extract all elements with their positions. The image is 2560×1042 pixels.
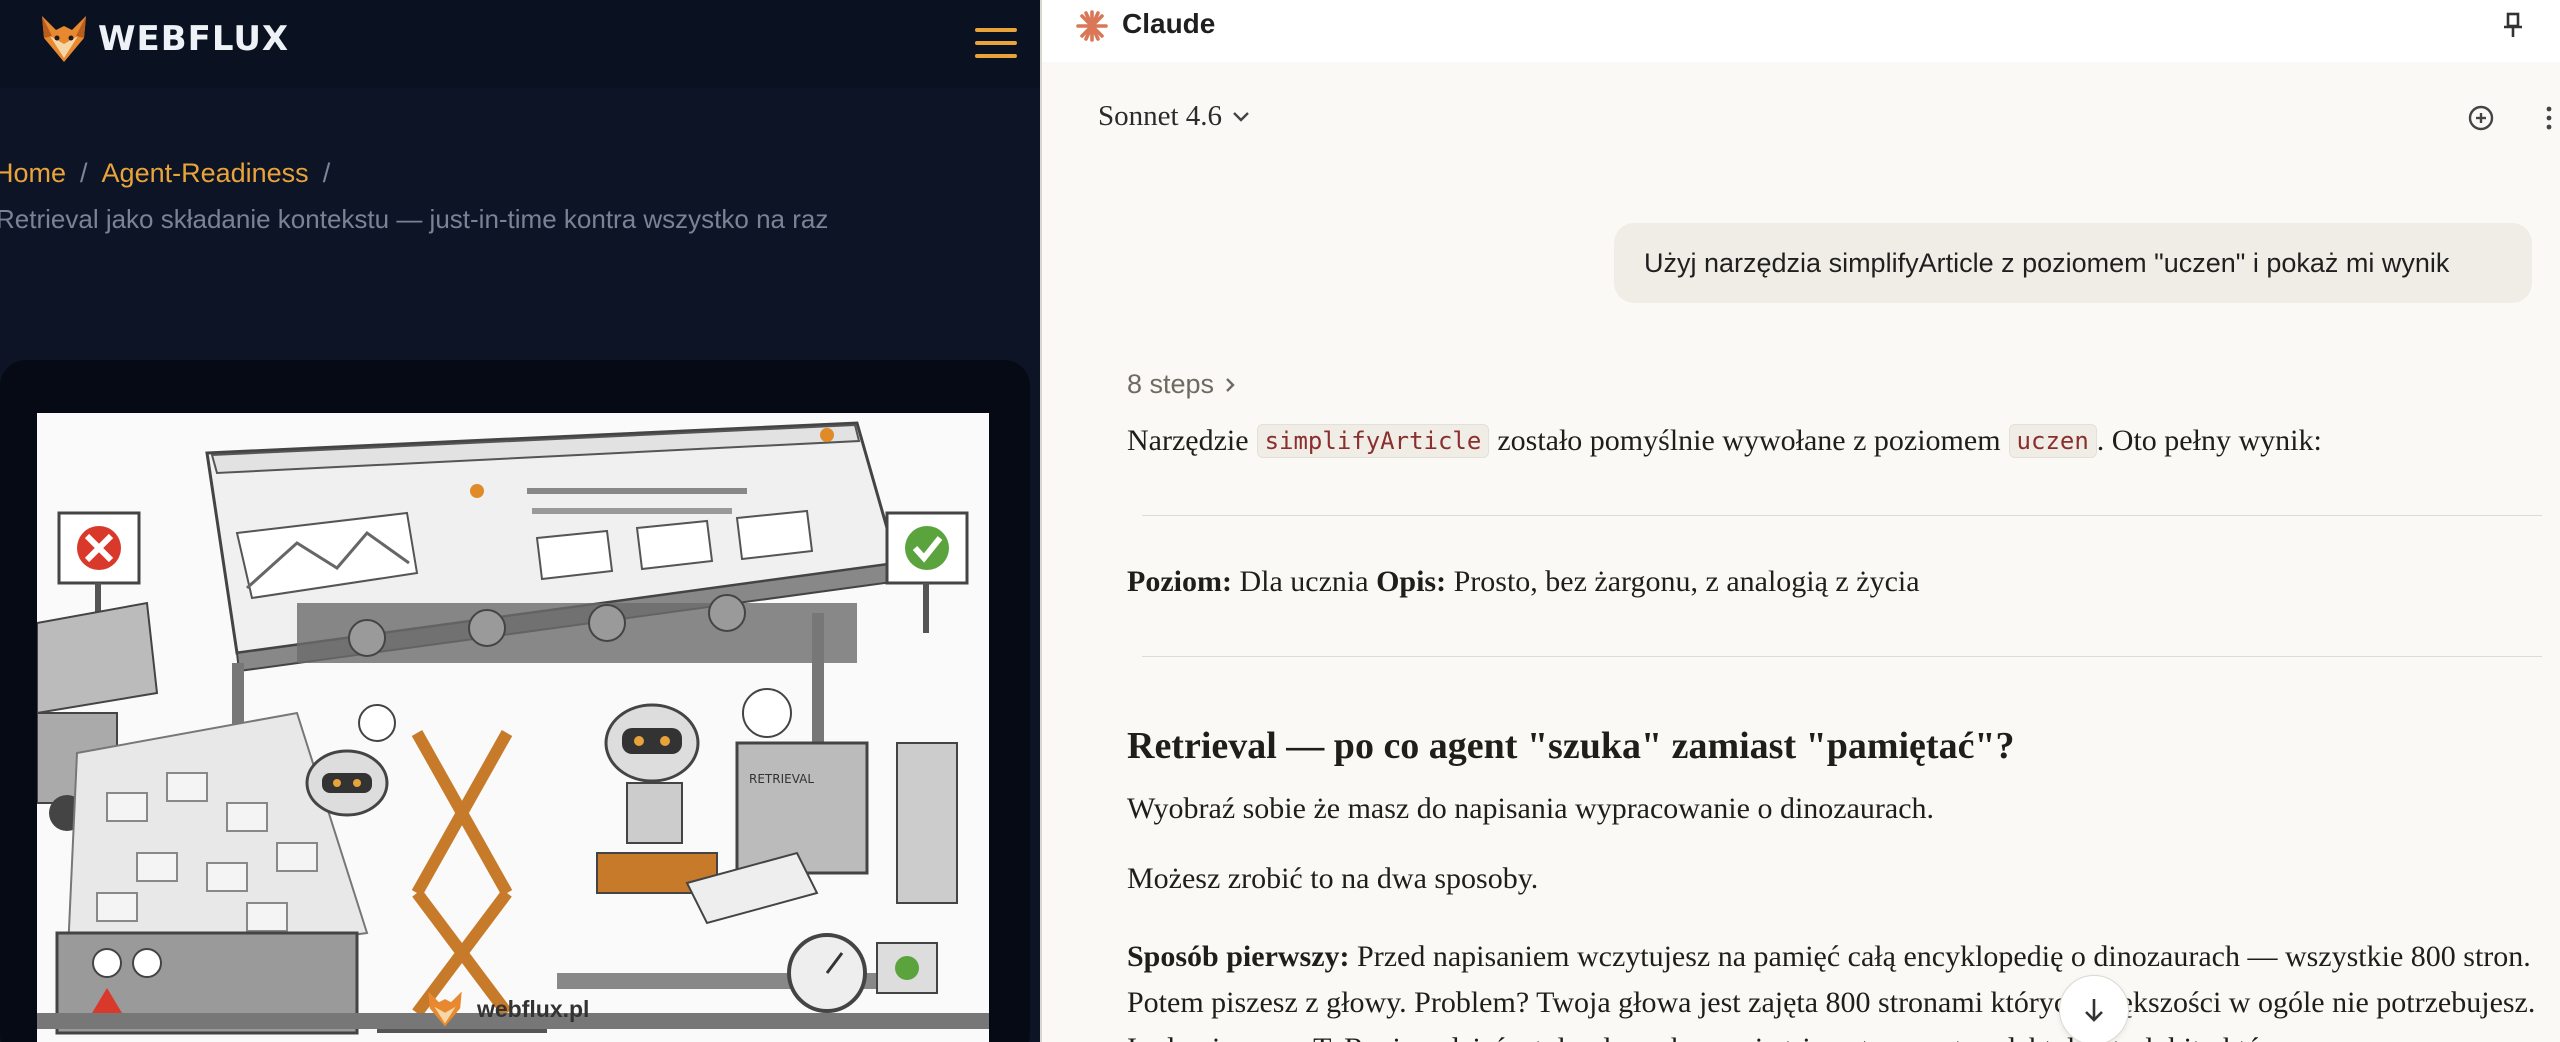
claude-panel: Claude Sonnet 4.6 Użyj narzędzia simplif… [1042,0,2560,1042]
more-options-icon[interactable] [2542,103,2556,133]
breadcrumb-current: Retrieval jako składanie kontekstu — jus… [0,204,829,234]
paragraph-1: Wyobraź sobie że masz do napisania wypra… [1127,792,1935,825]
panel-titlebar: Claude [1042,0,2560,62]
model-label: Sonnet 4.6 [1098,100,1223,132]
arrow-down-icon [2085,999,2103,1022]
hero-watermark: webflux.pl [425,990,589,1028]
breadcrumb-section[interactable]: Agent-Readiness [102,158,309,189]
divider-rule [1142,656,2542,657]
retrieval-label: RETRIEVAL [749,772,814,786]
fox-watermark-icon [428,991,462,1027]
breadcrumb-home[interactable]: Home [0,158,66,189]
article-heading: Retrieval — po co agent "szuka" zamiast … [1127,725,2015,767]
level-code: uczen [2008,424,2097,458]
tool-name-code: simplifyArticle [1256,424,1490,458]
paragraph-3-label: Sposób pierwszy: [1127,940,1350,973]
new-chat-icon[interactable] [2466,103,2496,133]
scroll-to-bottom-button[interactable] [2059,975,2129,1042]
model-selector[interactable]: Sonnet 4.6 [1098,100,1250,133]
desc-value: Prosto, bez żargonu, z analogią z życia [1453,565,1920,598]
user-message: Użyj narzędzia simplifyArticle z poziome… [1614,223,2532,303]
reply-intro-post: . Oto pełny wynik: [2096,424,2322,457]
watermark-text: webflux.pl [477,995,590,1022]
reply-intro-pre: Narzędzie [1127,424,1249,457]
reply-intro: Narzędzie simplifyArticle zostało pomyśl… [1127,424,2322,458]
user-message-text: Użyj narzędzia simplifyArticle z poziome… [1644,247,2450,278]
brand-name: WEBFLUX [98,19,290,59]
panel-title: Claude [1122,8,1216,39]
website-view: WEBFLUX Home / Agent-Readiness / Retriev… [0,0,1042,1042]
chevron-right-icon [1226,377,1235,392]
paragraph-3: Sposób pierwszy: Przed napisaniem wczytu… [1127,934,2547,1042]
claude-logo-icon [1076,10,1108,42]
site-logo[interactable]: WEBFLUX [38,14,289,64]
fox-logo-icon [42,16,86,62]
site-header: WEBFLUX [0,0,1042,88]
breadcrumb: Home / Agent-Readiness / [0,158,330,189]
level-value: Dla ucznia [1239,565,1369,598]
desc-label: Opis: [1376,565,1447,598]
pin-icon[interactable] [2498,10,2528,40]
divider-rule [1142,515,2542,516]
hero-illustration-graphic: RETRIEVAL [37,413,989,1042]
steps-toggle[interactable]: 8 steps [1127,369,1236,400]
level-description: Poziom: Dla ucznia Opis: Prosto, bez żar… [1127,565,1920,599]
hero-illustration: RETRIEVAL [37,413,989,1042]
menu-icon[interactable] [975,28,1017,58]
steps-label: 8 steps [1127,369,1215,399]
breadcrumb-separator: / [80,158,88,188]
reply-intro-mid: zostało pomyślnie wywołane z poziomem [1497,424,2001,457]
breadcrumb-separator: / [322,158,331,188]
level-label: Poziom: [1127,565,1232,598]
chevron-down-icon [1233,111,1249,122]
paragraph-2: Możesz zrobić to na dwa sposoby. [1127,862,1539,895]
